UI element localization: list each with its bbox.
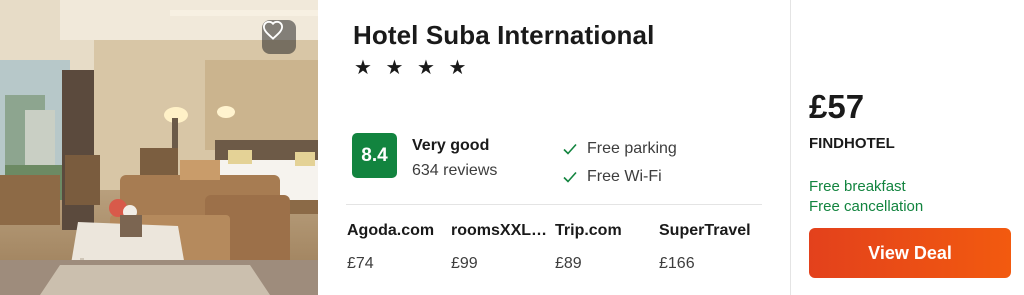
heart-icon [262, 20, 284, 40]
provider-price: £166 [659, 255, 695, 272]
provider-roomsxxl[interactable]: roomsXXL… £99 [451, 222, 551, 273]
view-deal-button[interactable]: View Deal [809, 228, 1011, 278]
deal-price: £57 [809, 88, 865, 125]
hotel-photo[interactable] [0, 0, 318, 295]
review-count[interactable]: 634 reviews [412, 162, 497, 180]
perk-free-breakfast: Free breakfast [809, 178, 906, 195]
deal-provider: FINDHOTEL [809, 135, 895, 152]
amenity-label: Free parking [587, 140, 677, 157]
provider-trip[interactable]: Trip.com £89 [555, 222, 655, 273]
provider-name: SuperTravel [659, 222, 751, 239]
rating-label: Very good [412, 137, 490, 154]
star-rating: ★ ★ ★ ★ [354, 57, 471, 79]
provider-price: £99 [451, 255, 478, 272]
provider-name: roomsXXL… [451, 222, 548, 239]
divider [346, 204, 762, 205]
provider-agoda[interactable]: Agoda.com £74 [347, 222, 447, 273]
perk-free-cancellation: Free cancellation [809, 198, 924, 215]
amenity-label: Free Wi-Fi [587, 168, 662, 185]
check-icon [563, 143, 577, 155]
provider-price: £89 [555, 255, 582, 272]
best-deal-panel: £57 FINDHOTEL Free breakfast Free cancel… [791, 0, 1024, 295]
hotel-result-card: Hotel Suba International ★ ★ ★ ★ 8.4 Ver… [0, 0, 1024, 295]
hotel-name[interactable]: Hotel Suba International [353, 20, 654, 51]
provider-price: £74 [347, 255, 374, 272]
provider-name: Trip.com [555, 222, 622, 239]
amenity-free-parking: Free parking [562, 140, 677, 158]
rating-score-badge: 8.4 [352, 133, 397, 178]
amenity-free-wifi: Free Wi-Fi [562, 168, 662, 186]
check-icon [563, 171, 577, 183]
provider-name: Agoda.com [347, 222, 435, 239]
hotel-info: Hotel Suba International ★ ★ ★ ★ 8.4 Ver… [318, 0, 790, 295]
provider-supertravel[interactable]: SuperTravel £166 [659, 222, 759, 273]
favorite-button[interactable] [262, 20, 296, 54]
